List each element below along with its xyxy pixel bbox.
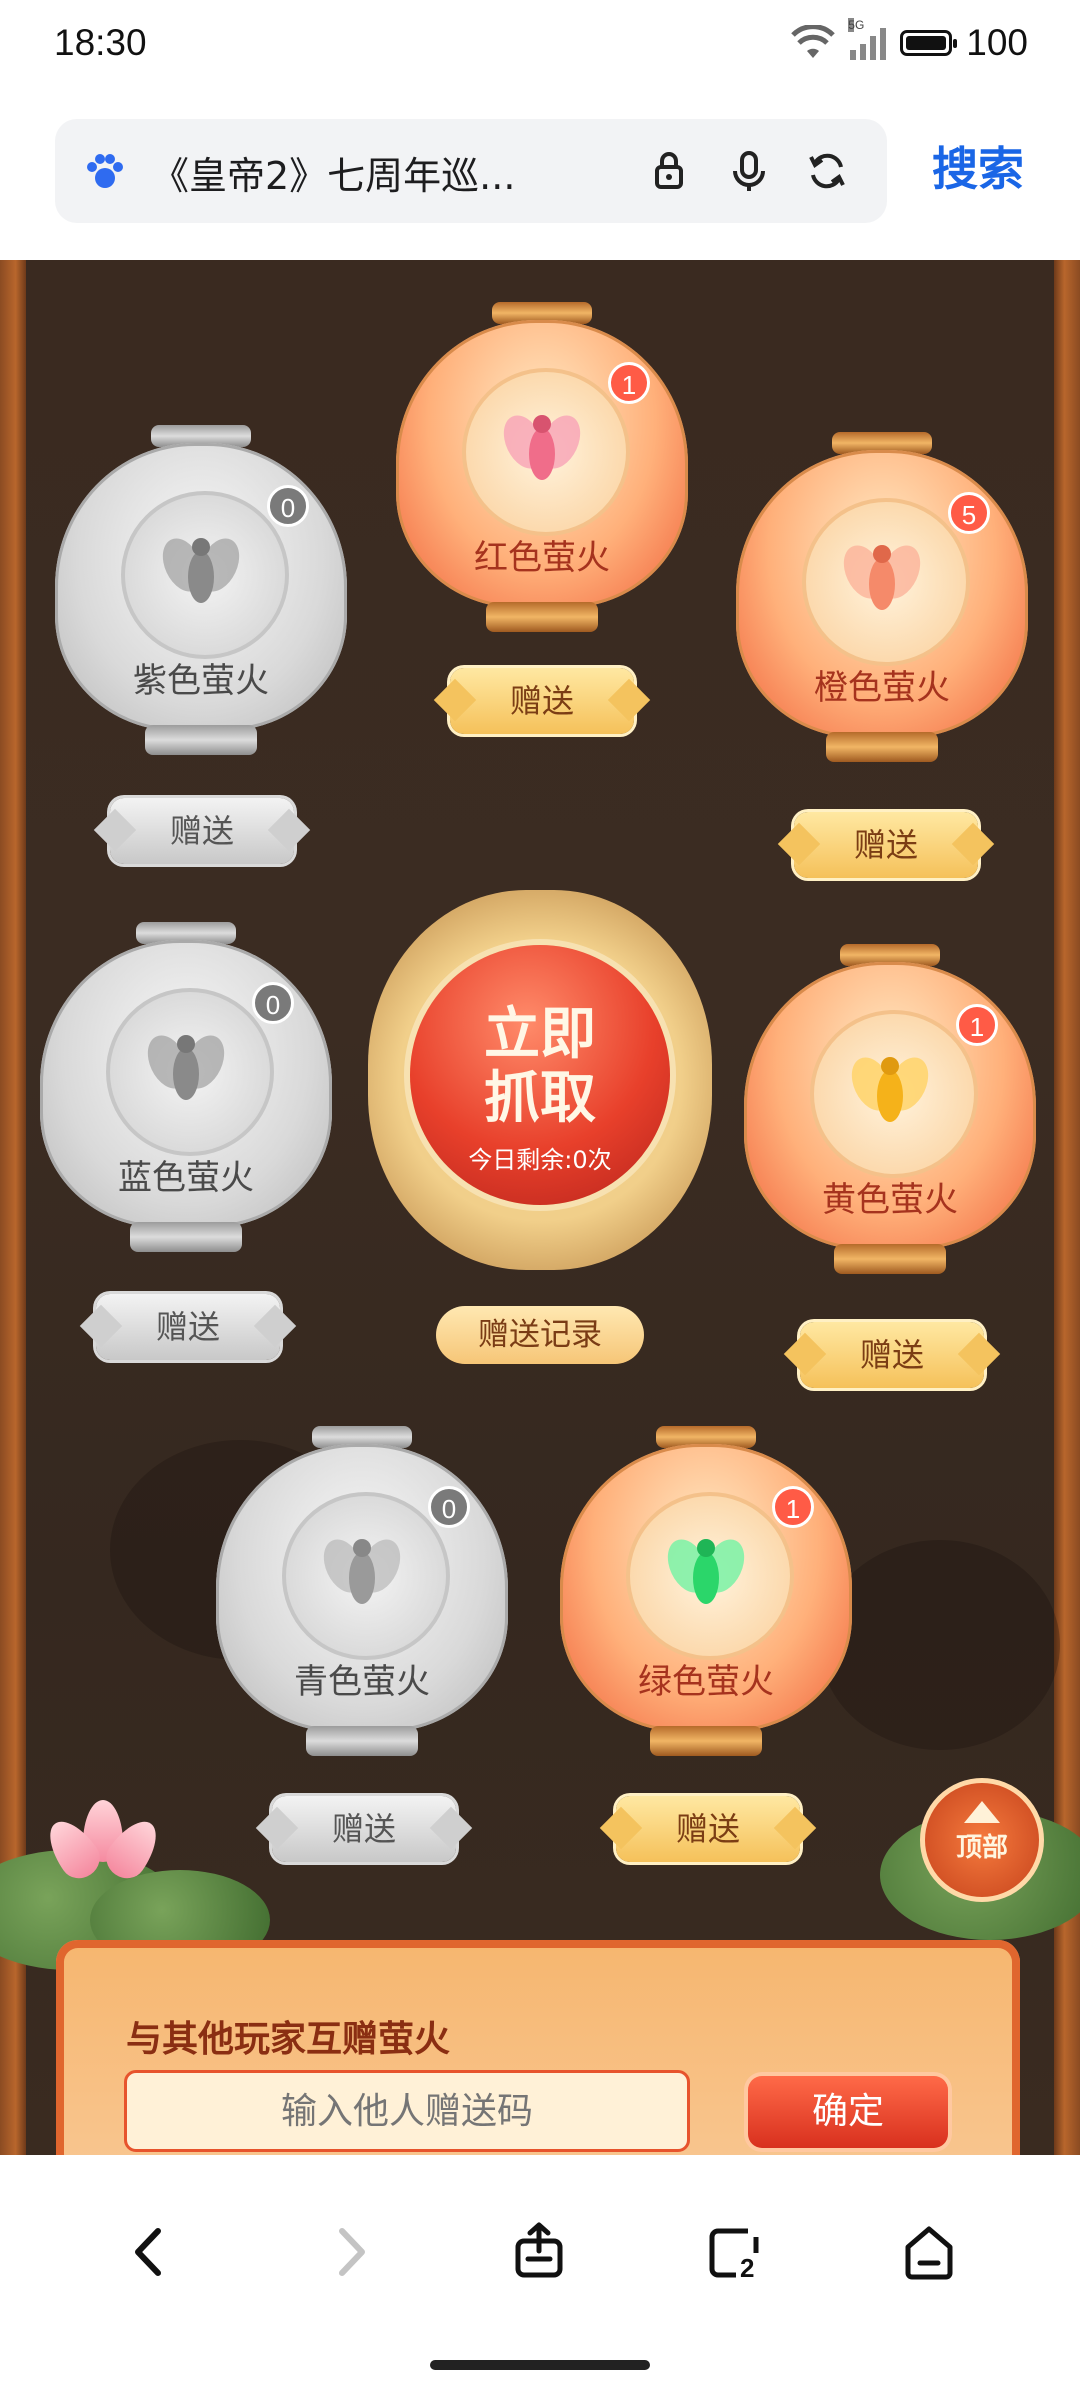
up-arrow-icon xyxy=(964,1801,1000,1823)
exchange-panel: 与其他玩家互赠萤火 确定 xyxy=(56,1940,1020,2155)
browser-address-bar: 《皇帝2》七周年巡... 搜索 xyxy=(0,95,1080,260)
lotus-flower xyxy=(38,1800,168,1890)
status-bar: 18:30 5G 100 xyxy=(0,0,1080,95)
background-leaf xyxy=(820,1540,1060,1750)
lantern-base xyxy=(486,602,598,632)
count-badge: 5 xyxy=(948,492,990,534)
count-badge: 0 xyxy=(267,485,309,527)
back-to-top-label: 顶部 xyxy=(955,1833,1008,1863)
firefly-icon xyxy=(162,538,240,603)
firefly-icon xyxy=(851,1057,929,1122)
lantern-cyan[interactable]: 0 青色萤火 xyxy=(216,1426,508,1766)
microphone-icon[interactable] xyxy=(723,145,775,197)
exchange-title: 与其他玩家互赠萤火 xyxy=(126,2019,451,2060)
catch-title-line2: 抓取 xyxy=(484,1065,596,1131)
lock-icon[interactable] xyxy=(643,145,695,197)
gift-button-red[interactable]: 赠送 xyxy=(450,668,634,734)
lantern-orange[interactable]: 5 橙色萤火 xyxy=(736,432,1028,772)
catch-title: 立即 抓取 xyxy=(368,1002,712,1130)
lantern-blue[interactable]: 0 蓝色萤火 xyxy=(40,922,332,1262)
lantern-name: 橙色萤火 xyxy=(814,668,950,708)
lantern-yellow[interactable]: 1 黄色萤火 xyxy=(744,944,1036,1284)
lantern-green[interactable]: 1 绿色萤火 xyxy=(560,1426,852,1766)
firefly-icon xyxy=(503,415,581,480)
lantern-base xyxy=(834,1244,946,1274)
tabs-icon xyxy=(709,2228,759,2278)
back-icon[interactable] xyxy=(116,2217,186,2287)
gift-record-button[interactable]: 赠送记录 xyxy=(436,1306,644,1364)
signal-icon: 5G xyxy=(848,18,887,60)
lantern-base xyxy=(826,732,938,762)
lantern-name: 绿色萤火 xyxy=(638,1662,774,1702)
share-icon[interactable] xyxy=(504,2217,574,2287)
lantern-base xyxy=(145,725,257,755)
tabs-button[interactable]: 2 xyxy=(700,2217,770,2287)
firefly-icon xyxy=(147,1035,225,1100)
count-badge: 1 xyxy=(956,1004,998,1046)
lantern-base xyxy=(130,1222,242,1252)
refresh-icon[interactable] xyxy=(801,145,853,197)
gift-button-orange[interactable]: 赠送 xyxy=(794,812,978,878)
count-badge: 1 xyxy=(608,362,650,404)
gift-button-yellow[interactable]: 赠送 xyxy=(800,1322,984,1388)
battery-level: 100 xyxy=(966,22,1028,63)
remaining-count: 今日剩余:0次 xyxy=(468,1146,612,1174)
count-badge: 0 xyxy=(428,1486,470,1528)
catch-title-line1: 立即 xyxy=(484,1001,596,1067)
page-title: 《皇帝2》七周年巡... xyxy=(151,154,516,198)
gift-code-input[interactable] xyxy=(124,2070,690,2152)
gift-button-cyan[interactable]: 赠送 xyxy=(272,1796,456,1862)
back-to-top-button[interactable]: 顶部 xyxy=(920,1778,1044,1902)
catch-now-button[interactable]: 立即 抓取 今日剩余:0次 xyxy=(368,890,712,1270)
lantern-name: 青色萤火 xyxy=(294,1662,430,1702)
forward-icon[interactable] xyxy=(314,2217,384,2287)
lantern-name: 红色萤火 xyxy=(474,538,610,578)
lantern-name: 紫色萤火 xyxy=(133,661,269,701)
lantern-base xyxy=(650,1726,762,1756)
event-page: 0 紫色萤火 赠送 1 红色萤火 赠送 5 橙色萤火 赠送 0 蓝色萤火 赠送 xyxy=(0,260,1080,2155)
baidu-paw-icon xyxy=(87,154,123,188)
lantern-base xyxy=(306,1726,418,1756)
confirm-button[interactable]: 确定 xyxy=(748,2076,948,2148)
firefly-icon xyxy=(667,1539,745,1604)
battery-icon xyxy=(900,30,958,56)
gift-button-purple[interactable]: 赠送 xyxy=(110,798,294,864)
clock: 18:30 xyxy=(54,22,147,63)
firefly-icon xyxy=(843,545,921,610)
lantern-name: 蓝色萤火 xyxy=(118,1158,254,1198)
lantern-red[interactable]: 1 红色萤火 xyxy=(396,302,688,642)
lantern-name: 黄色萤火 xyxy=(822,1180,958,1220)
wifi-icon xyxy=(791,25,836,58)
count-badge: 1 xyxy=(772,1486,814,1528)
lantern-purple[interactable]: 0 紫色萤火 xyxy=(55,425,347,765)
browser-bottom-nav: 2 xyxy=(0,2155,1080,2400)
url-box[interactable]: 《皇帝2》七周年巡... xyxy=(55,119,887,223)
home-icon[interactable] xyxy=(894,2217,964,2287)
gift-button-blue[interactable]: 赠送 xyxy=(96,1294,280,1360)
gift-button-green[interactable]: 赠送 xyxy=(616,1796,800,1862)
search-button[interactable]: 搜索 xyxy=(932,133,1024,199)
firefly-icon xyxy=(323,1539,401,1604)
home-indicator[interactable] xyxy=(430,2360,650,2370)
status-icons: 5G 100 xyxy=(790,18,1028,64)
network-tag: 5G xyxy=(848,18,865,32)
count-badge: 0 xyxy=(252,982,294,1024)
tabs-count: 2 xyxy=(740,2253,755,2283)
